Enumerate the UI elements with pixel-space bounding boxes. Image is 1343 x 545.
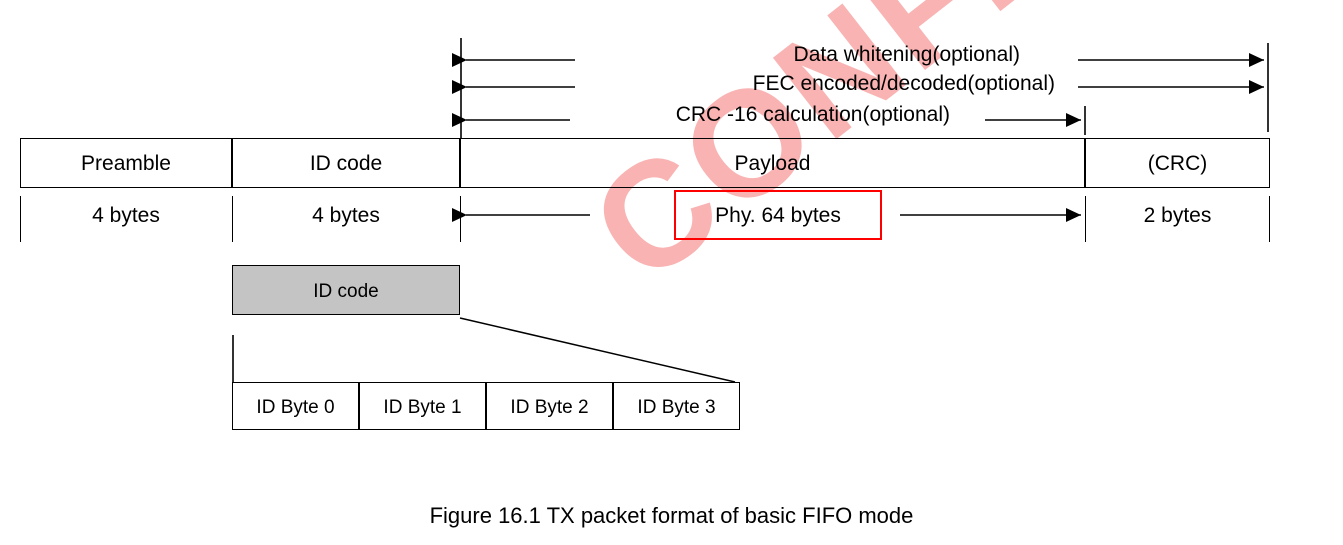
packet-size-crc: 2 bytes [1143,204,1212,227]
packet-size-id-code: 4 bytes [312,204,380,227]
id-byte-label-1: ID Byte 1 [383,397,462,418]
id-byte-label-3: ID Byte 3 [637,397,716,418]
annotation-fec: FEC encoded/decoded(optional) [752,72,1055,95]
packet-field-crc-label: (CRC) [1147,152,1208,175]
id-byte-label-0: ID Byte 0 [256,397,335,418]
annotation-crc16: CRC -16 calculation(optional) [675,103,950,126]
figure-caption: Figure 16.1 TX packet format of basic FI… [429,503,914,528]
packet-size-preamble: 4 bytes [92,204,160,227]
packet-size-payload: Phy. 64 bytes [715,204,841,227]
byte-row-tick-idcode [460,196,461,242]
figure-canvas: CONFIDENTIAL [0,0,1343,545]
annotation-data-whitening: Data whitening(optional) [793,43,1020,66]
packet-field-id-code-label: ID code [309,152,383,175]
id-byte-label-2: ID Byte 2 [510,397,589,418]
packet-field-preamble-label: Preamble [81,152,171,175]
id-code-detail-label: ID code [313,281,379,302]
packet-field-payload-label: Payload [734,152,811,175]
packet-format-diagram: Data whitening(optional) FEC encoded/dec… [0,0,1343,545]
